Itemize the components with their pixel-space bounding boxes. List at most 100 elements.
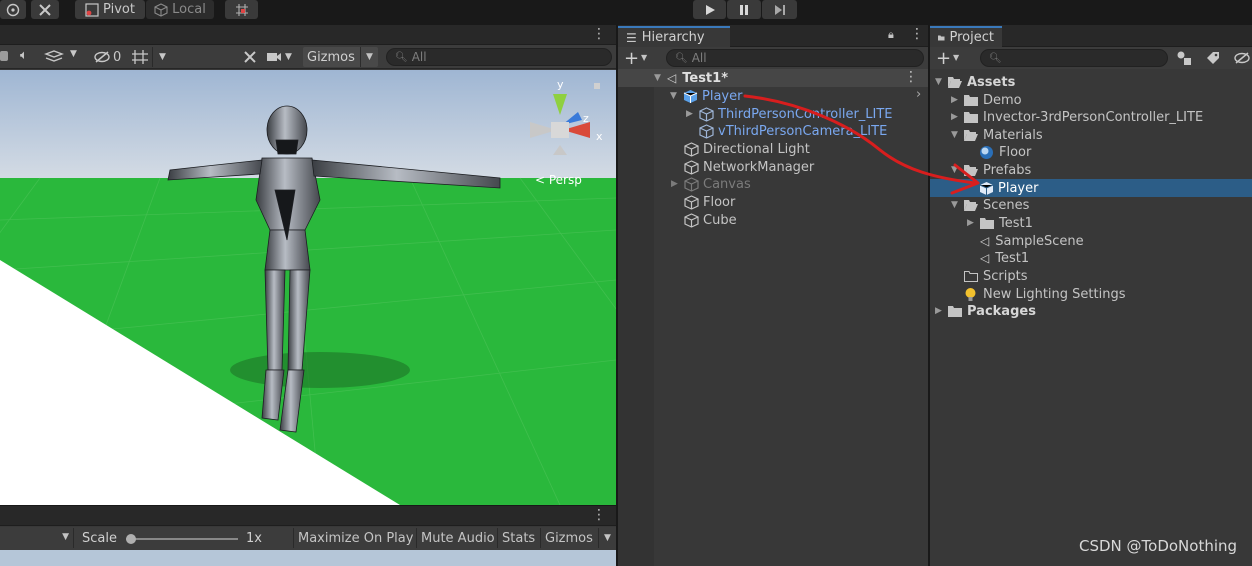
effects-toggle-icon[interactable] (44, 49, 66, 65)
grid-snap-button[interactable] (225, 0, 258, 19)
scene-tab-strip: ⋮ (0, 25, 616, 45)
create-dropdown-icon[interactable]: ▼ (641, 53, 647, 62)
hierarchy-item-vthirdpersoncamera[interactable]: vThirdPersonCamera_LITE (699, 122, 887, 140)
pivot-toggle[interactable]: Pivot (75, 0, 145, 19)
step-button[interactable] (762, 0, 797, 19)
project-item-floor-material[interactable]: Floor (979, 143, 1031, 161)
mute-audio-toggle[interactable]: Mute Audio (416, 528, 499, 548)
project-toolbar: + ▼ 🔍︎ (930, 47, 1252, 69)
search-by-type-icon[interactable] (1176, 51, 1192, 65)
scene-header-row[interactable]: ▼ ◁ Test1* ⋮ (618, 69, 928, 87)
game-gizmos-dropdown[interactable]: Gizmos ▼ (540, 528, 616, 548)
scene-viewport[interactable]: < Persp y z x (0, 70, 616, 505)
scene-search-input[interactable]: 🔍︎ All (386, 48, 612, 66)
expand-scene-icon[interactable]: ▼ (654, 73, 663, 83)
project-item-prefabs[interactable]: ▼ Prefabs (951, 161, 1031, 179)
project-item-scripts[interactable]: Scripts (964, 267, 1027, 285)
play-button[interactable] (693, 0, 726, 19)
scene-menu-icon[interactable]: ⋮ (904, 69, 918, 85)
hierarchy-item-floor[interactable]: Floor (684, 193, 735, 211)
folder-icon (948, 305, 962, 317)
game-viewport[interactable] (0, 550, 616, 566)
project-item-demo[interactable]: ▶ Demo (951, 91, 1022, 109)
game-panel-menu-icon[interactable]: ⋮ (592, 507, 606, 523)
persp-label: < Persp (535, 173, 582, 187)
view-tool-button[interactable] (0, 0, 26, 19)
expand-packages-icon[interactable]: ▶ (935, 306, 944, 316)
hidden-eye-icon (94, 51, 110, 63)
expand-assets-icon[interactable]: ▼ (935, 77, 944, 87)
maximize-on-play-toggle[interactable]: Maximize On Play (293, 528, 417, 548)
expand-demo-icon[interactable]: ▶ (951, 95, 960, 105)
display-dropdown[interactable]: ▼ (0, 528, 74, 548)
effects-dropdown-icon[interactable]: ▼ (70, 49, 77, 59)
project-item-assets[interactable]: ▼ Assets (935, 73, 1015, 91)
hierarchy-menu-icon[interactable]: ⋮ (910, 26, 924, 42)
tools-button[interactable] (31, 0, 59, 19)
folder-icon (964, 111, 978, 123)
scene-search-placeholder: All (411, 50, 427, 64)
local-toggle[interactable]: Local (146, 0, 214, 19)
scene-visibility-toggle[interactable]: 0 (93, 48, 121, 66)
grid-visibility-icon[interactable] (131, 49, 149, 65)
create-plus-icon[interactable]: + (624, 48, 639, 69)
expand-materials-icon[interactable]: ▼ (951, 130, 960, 140)
panel-menu-icon[interactable]: ⋮ (592, 26, 606, 42)
hierarchy-item-cube[interactable]: Cube (684, 211, 737, 229)
expand-scenes-icon[interactable]: ▼ (951, 200, 960, 210)
scale-slider[interactable] (126, 534, 238, 544)
hierarchy-search-input[interactable]: 🔍︎ All (666, 49, 924, 67)
hierarchy-tab-strip: ☰ Hierarchy 🔒︎ ⋮ (618, 25, 928, 47)
project-item-label: Demo (983, 92, 1022, 108)
project-item-test1-scene[interactable]: ◁ Test1 (980, 249, 1029, 267)
game-tab-strip: ⋮ (0, 506, 616, 526)
shading-mode-icon[interactable] (0, 51, 8, 61)
expand-invector-icon[interactable]: ▶ (951, 112, 960, 122)
open-prefab-chevron-icon[interactable]: › (916, 87, 921, 102)
project-create-plus-icon[interactable]: + (936, 48, 951, 69)
hierarchy-item-directional-light[interactable]: Directional Light (684, 140, 810, 158)
expand-canvas-icon[interactable]: ▶ (671, 179, 680, 189)
project-item-samplescene[interactable]: ◁ SampleScene (980, 232, 1084, 250)
project-create-dropdown-icon[interactable]: ▼ (953, 53, 959, 62)
hierarchy-item-thirdpersoncontroller[interactable]: ▶ ThirdPersonController_LITE (686, 105, 893, 123)
project-item-invector[interactable]: ▶ Invector-3rdPersonController_LITE (951, 108, 1203, 126)
camera-dropdown[interactable]: ▼ (266, 47, 292, 67)
hierarchy-item-player[interactable]: ▼ Player › (670, 87, 928, 105)
tab-hierarchy[interactable]: ☰ Hierarchy (618, 26, 730, 47)
axis-z-label: z (583, 112, 589, 125)
hierarchy-item-networkmanager[interactable]: NetworkManager (684, 158, 814, 176)
scale-label: Scale (82, 531, 117, 546)
project-item-lighting-settings[interactable]: New Lighting Settings (963, 285, 1126, 303)
lock-view-icon[interactable] (594, 83, 600, 89)
hierarchy-item-label: Canvas (703, 176, 751, 192)
lock-icon[interactable]: 🔒︎ (888, 28, 894, 42)
pause-button[interactable] (727, 0, 761, 19)
project-item-label: Floor (999, 144, 1032, 160)
project-item-materials[interactable]: ▼ Materials (951, 126, 1043, 144)
expand-prefabs-icon[interactable]: ▼ (951, 165, 960, 175)
tab-project[interactable]: Project (930, 26, 1002, 47)
project-panel: Project + ▼ 🔍︎ ▼ Assets ▶ Demo ▶ Invecto… (930, 25, 1252, 566)
tools-icon (39, 3, 51, 16)
hidden-packages-eye-icon[interactable] (1234, 51, 1250, 65)
gizmos-dropdown[interactable]: Gizmos ▼ (303, 47, 378, 67)
hierarchy-item-canvas[interactable]: ▶ Canvas (671, 175, 751, 193)
search-by-label-icon[interactable] (1206, 51, 1220, 65)
scene-tools-icon[interactable] (242, 49, 258, 65)
expand-player-icon[interactable]: ▼ (670, 91, 679, 101)
stats-toggle[interactable]: Stats (497, 528, 539, 548)
scale-slider-handle[interactable] (126, 534, 136, 544)
project-item-scenes[interactable]: ▼ Scenes (951, 196, 1029, 214)
project-item-packages[interactable]: ▶ Packages (935, 302, 1036, 320)
grid-dropdown-icon[interactable]: ▼ (152, 47, 172, 67)
gameobject-cube-icon (684, 194, 699, 210)
audio-toggle-icon[interactable]: 🔈︎ (20, 48, 28, 63)
project-item-test1-folder[interactable]: ▶ Test1 (967, 214, 1033, 232)
expand-test1-icon[interactable]: ▶ (967, 218, 976, 228)
project-item-player-prefab[interactable]: Player (930, 179, 1252, 197)
expand-controller-icon[interactable]: ▶ (686, 109, 695, 119)
search-icon: 🔍︎ (395, 51, 408, 63)
project-search-input[interactable]: 🔍︎ (980, 49, 1168, 67)
local-label: Local (172, 2, 206, 17)
